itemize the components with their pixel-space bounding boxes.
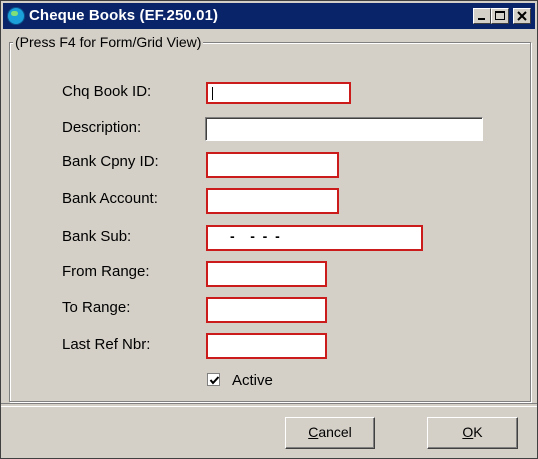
- ok-button[interactable]: OK: [427, 417, 518, 449]
- ok-mnemonic: O: [462, 424, 474, 440]
- label-description: Description:: [62, 119, 142, 136]
- bank-sub-field[interactable]: - - - -: [206, 225, 423, 251]
- label-to-range: To Range:: [62, 299, 131, 316]
- from-range-field[interactable]: [206, 261, 327, 287]
- last-ref-nbr-field[interactable]: [206, 333, 327, 359]
- cheque-books-window: Cheque Books (EF.250.01) (Press F4 for F…: [0, 0, 538, 459]
- label-bank-sub: Bank Sub:: [62, 228, 132, 245]
- cancel-label: ancel: [318, 424, 352, 440]
- bank-account-field[interactable]: [206, 188, 339, 214]
- text-caret: [212, 87, 213, 100]
- cancel-button[interactable]: Cancel: [285, 417, 375, 449]
- maximize-icon: [495, 11, 505, 20]
- group-legend: (Press F4 for Form/Grid View): [13, 34, 204, 50]
- button-separator: [1, 403, 537, 407]
- checkmark-icon: [209, 376, 220, 385]
- close-icon: [517, 11, 527, 21]
- label-bank-cpny-id: Bank Cpny ID:: [62, 153, 159, 170]
- label-chq-book-id: Chq Book ID:: [62, 83, 152, 100]
- cancel-mnemonic: C: [308, 424, 319, 440]
- ok-label: K: [473, 424, 483, 440]
- label-last-ref-nbr: Last Ref Nbr:: [62, 336, 151, 353]
- active-checkbox[interactable]: [207, 373, 220, 386]
- label-bank-account: Bank Account:: [62, 190, 158, 207]
- window-title: Cheque Books (EF.250.01): [29, 7, 219, 24]
- description-field[interactable]: [205, 117, 483, 141]
- label-from-range: From Range:: [62, 263, 150, 280]
- minimize-icon: [478, 18, 485, 20]
- minimize-button[interactable]: [473, 8, 491, 24]
- close-button[interactable]: [513, 8, 531, 24]
- maximize-button[interactable]: [491, 8, 509, 24]
- to-range-field[interactable]: [206, 297, 327, 323]
- active-label: Active: [232, 372, 273, 389]
- bank-cpny-id-field[interactable]: [206, 152, 339, 178]
- app-icon: [7, 7, 25, 25]
- chq-book-id-field[interactable]: [206, 82, 351, 104]
- title-bar[interactable]: Cheque Books (EF.250.01): [3, 3, 535, 29]
